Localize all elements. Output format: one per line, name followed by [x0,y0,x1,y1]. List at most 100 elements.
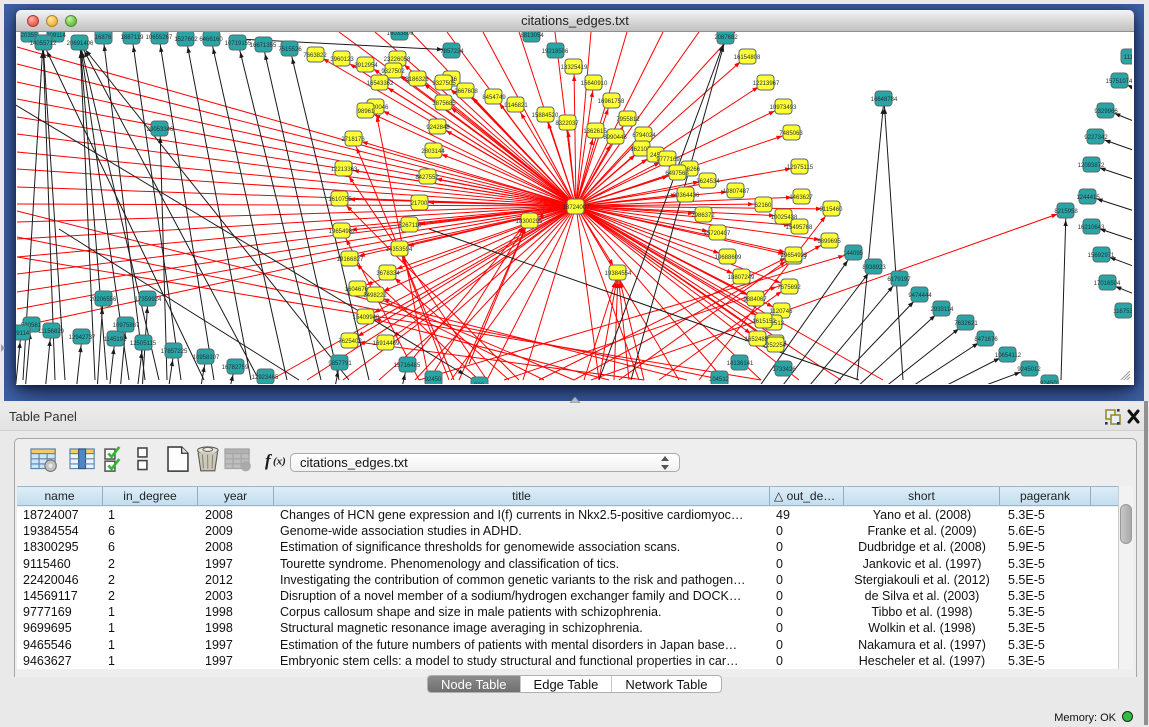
svg-text:144095: 144095 [843,251,864,257]
svg-text:1112: 1112 [1124,55,1132,61]
svg-text:9327505: 9327505 [432,81,456,87]
svg-text:3624534: 3624534 [696,179,720,185]
svg-text:9245012: 9245012 [1017,367,1041,373]
svg-text:(x): (x) [273,456,286,468]
svg-text:18300295: 18300295 [516,219,543,225]
svg-text:9242848: 9242848 [426,125,450,131]
svg-text:16782759: 16782759 [222,365,249,371]
svg-text:8322037: 8322037 [555,121,579,127]
svg-text:12942737: 12942737 [69,335,96,341]
svg-text:10807487: 10807487 [723,189,750,195]
svg-text:8990448: 8990448 [603,135,627,141]
svg-text:9884067: 9884067 [743,297,767,303]
svg-text:8471676: 8471676 [974,337,998,343]
svg-text:16671355: 16671355 [250,43,277,49]
svg-text:14353594: 14353594 [386,247,413,253]
svg-text:1610755: 1610755 [328,197,352,203]
svg-text:9327502: 9327502 [381,69,405,75]
svg-text:924501: 924501 [1040,381,1061,384]
svg-text:17857225: 17857225 [161,349,188,355]
svg-text:12093872: 12093872 [1078,163,1105,169]
svg-text:6466160: 6466160 [199,37,223,43]
svg-text:9857791: 9857791 [328,361,352,367]
svg-text:9146821: 9146821 [504,103,528,109]
svg-text:16961758: 16961758 [598,99,625,105]
svg-text:252254: 252254 [766,343,787,349]
svg-text:19654923: 19654923 [781,253,808,259]
svg-text:2667608: 2667608 [454,89,478,95]
svg-text:3875685: 3875685 [432,101,456,107]
svg-text:7625402: 7625402 [338,339,362,345]
svg-text:10688609: 10688609 [715,255,742,261]
svg-text:7857224: 7857224 [440,49,464,55]
svg-text:16210643: 16210643 [1078,225,1105,231]
svg-text:928: 928 [474,383,485,384]
svg-text:98961: 98961 [358,109,375,115]
svg-text:17359924: 17359924 [135,297,162,303]
svg-text:9115460: 9115460 [820,207,844,213]
svg-text:23226058: 23226058 [384,57,411,63]
svg-text:7515526: 7515526 [278,47,302,53]
svg-text:7675692: 7675692 [777,285,801,291]
svg-text:f: f [265,451,273,470]
svg-text:14055712: 14055712 [30,41,57,47]
svg-text:8454749: 8454749 [482,95,506,101]
svg-text:7663822: 7663822 [303,53,327,59]
svg-text:1463627: 1463627 [789,195,813,201]
svg-text:15692971: 15692971 [1088,253,1115,259]
svg-text:2718176: 2718176 [341,137,365,143]
svg-text:116753: 116753 [1113,309,1132,315]
svg-text:16154808: 16154808 [734,55,761,61]
svg-text:9474444: 9474444 [908,293,932,299]
svg-text:10975887: 10975887 [113,323,140,329]
svg-text:8427552: 8427552 [415,175,439,181]
svg-text:45720407: 45720407 [704,231,731,237]
svg-text:8186328: 8186328 [405,77,429,83]
svg-text:10655267: 10655267 [146,35,173,41]
svg-text:15884520: 15884520 [532,113,559,119]
svg-text:3678334: 3678334 [376,271,400,277]
svg-text:10654112: 10654112 [995,353,1022,359]
svg-text:20206556: 20206556 [90,297,117,303]
svg-text:7485063: 7485063 [779,131,803,137]
svg-text:6497568: 6497568 [665,171,689,177]
svg-text:6794024: 6794024 [632,133,656,139]
svg-text:1615152: 1615152 [752,319,776,325]
svg-text:7955812: 7955812 [616,117,640,123]
svg-text:16914469: 16914469 [373,341,400,347]
svg-text:62160: 62160 [755,203,772,209]
svg-text:15751074: 15751074 [1106,79,1132,85]
svg-text:2933114: 2933114 [931,307,955,313]
svg-text:1733426: 1733426 [772,367,796,373]
svg-text:10958107: 10958107 [193,355,220,361]
svg-text:8267110: 8267110 [399,223,423,229]
svg-text:3912954: 3912954 [354,63,378,69]
svg-text:10719155: 10719155 [225,41,252,47]
svg-text:16876: 16876 [95,35,112,41]
svg-text:18807249: 18807249 [728,275,755,281]
svg-text:16543362: 16543362 [367,81,394,87]
svg-text:8215958: 8215958 [1054,209,1078,215]
svg-text:16033809: 16033809 [387,32,414,37]
svg-text:12923465: 12923465 [252,375,279,381]
svg-text:12213967: 12213967 [753,81,780,87]
svg-text:6179197: 6179197 [887,277,911,283]
svg-text:12213363: 12213363 [331,167,358,173]
svg-text:19218506: 19218506 [542,49,569,55]
svg-text:9777169: 9777169 [656,157,680,163]
svg-text:3498222: 3498222 [363,293,387,299]
svg-text:9227342: 9227342 [1084,135,1108,141]
svg-text:92450: 92450 [425,377,442,383]
svg-text:17016504: 17016504 [1094,281,1121,287]
svg-text:18724007: 18724007 [563,205,590,211]
svg-text:16648784: 16648784 [871,97,898,103]
svg-text:7986372: 7986372 [691,213,715,219]
svg-text:7632621: 7632621 [954,321,978,327]
svg-text:14136141: 14136141 [727,361,754,367]
svg-text:19166827: 19166827 [337,257,364,263]
svg-text:11156829: 11156829 [38,329,64,335]
svg-text:39114: 39114 [16,331,30,337]
svg-text:1887119: 1887119 [121,35,145,41]
svg-text:15409948: 15409948 [353,315,380,321]
svg-text:19384554: 19384554 [605,271,632,277]
